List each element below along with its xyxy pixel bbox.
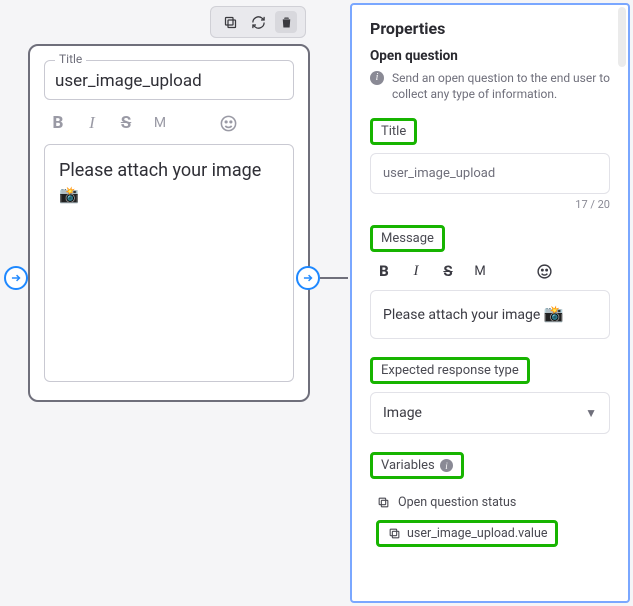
panel-bold-button[interactable]: B xyxy=(374,260,394,282)
node-toolbar xyxy=(210,6,306,38)
italic-button[interactable]: I xyxy=(82,112,102,134)
expected-type-label: Expected response type xyxy=(370,357,530,384)
variable-status-row: Open question status xyxy=(376,495,610,510)
panel-format-toolbar: B I S M xyxy=(370,260,610,282)
panel-description: i Send an open question to the end user … xyxy=(370,70,610,102)
expected-type-select[interactable]: Image ▼ xyxy=(370,392,610,434)
node-title-input[interactable] xyxy=(55,71,283,91)
emoji-button[interactable] xyxy=(218,112,238,134)
title-section-label: Title xyxy=(370,118,417,145)
node-message-text: Please attach your image xyxy=(59,160,261,181)
flow-canvas[interactable]: Title B I S M Please attach your image 📸 xyxy=(0,0,348,606)
connector-line xyxy=(320,277,348,279)
panel-italic-button[interactable]: I xyxy=(406,260,426,282)
node-format-toolbar: B I S M xyxy=(44,112,294,134)
panel-strikethrough-button[interactable]: S xyxy=(438,260,458,282)
chevron-down-icon: ▼ xyxy=(585,406,597,420)
variables-section-label: Variables i xyxy=(370,452,464,479)
panel-description-text: Send an open question to the end user to… xyxy=(392,70,610,102)
properties-panel: Properties Open question i Send an open … xyxy=(350,3,630,603)
panel-heading: Properties xyxy=(370,19,610,38)
title-char-counter: 17 / 20 xyxy=(370,198,610,211)
variable-value-text: user_image_upload.value xyxy=(407,526,547,541)
strikethrough-button[interactable]: S xyxy=(116,112,136,134)
variables-info-icon[interactable]: i xyxy=(440,459,453,472)
panel-message-input[interactable]: Please attach your image 📸 xyxy=(370,290,610,339)
title-input[interactable]: user_image_upload xyxy=(370,153,610,194)
panel-emoji-button[interactable] xyxy=(534,260,554,282)
node-message-box[interactable]: Please attach your image 📸 xyxy=(44,144,294,382)
message-section-label: Message xyxy=(370,225,445,252)
variable-status-text: Open question status xyxy=(398,495,516,510)
open-question-node[interactable]: Title B I S M Please attach your image 📸 xyxy=(28,44,310,402)
duplicate-button[interactable] xyxy=(219,11,241,33)
info-icon: i xyxy=(370,71,384,85)
output-port[interactable] xyxy=(296,266,320,290)
copy-icon[interactable] xyxy=(376,495,390,509)
camera-icon: 📸 xyxy=(59,184,79,206)
variable-value-row[interactable]: user_image_upload.value xyxy=(376,520,558,547)
panel-mono-button[interactable]: M xyxy=(470,260,490,282)
scrollbar[interactable] xyxy=(618,7,626,67)
mono-button[interactable]: M xyxy=(150,112,170,134)
delete-button[interactable] xyxy=(275,11,297,33)
expected-type-value: Image xyxy=(383,405,422,421)
input-port[interactable] xyxy=(4,266,28,290)
panel-message-text: Please attach your image xyxy=(383,307,540,323)
copy-icon[interactable] xyxy=(387,526,401,540)
node-title-label: Title xyxy=(55,52,86,66)
bold-button[interactable]: B xyxy=(48,112,68,134)
variables-label-text: Variables xyxy=(381,458,435,473)
node-title-field[interactable]: Title xyxy=(44,60,294,100)
panel-subheading: Open question xyxy=(370,48,610,64)
refresh-button[interactable] xyxy=(247,11,269,33)
panel-camera-icon: 📸 xyxy=(544,303,564,325)
